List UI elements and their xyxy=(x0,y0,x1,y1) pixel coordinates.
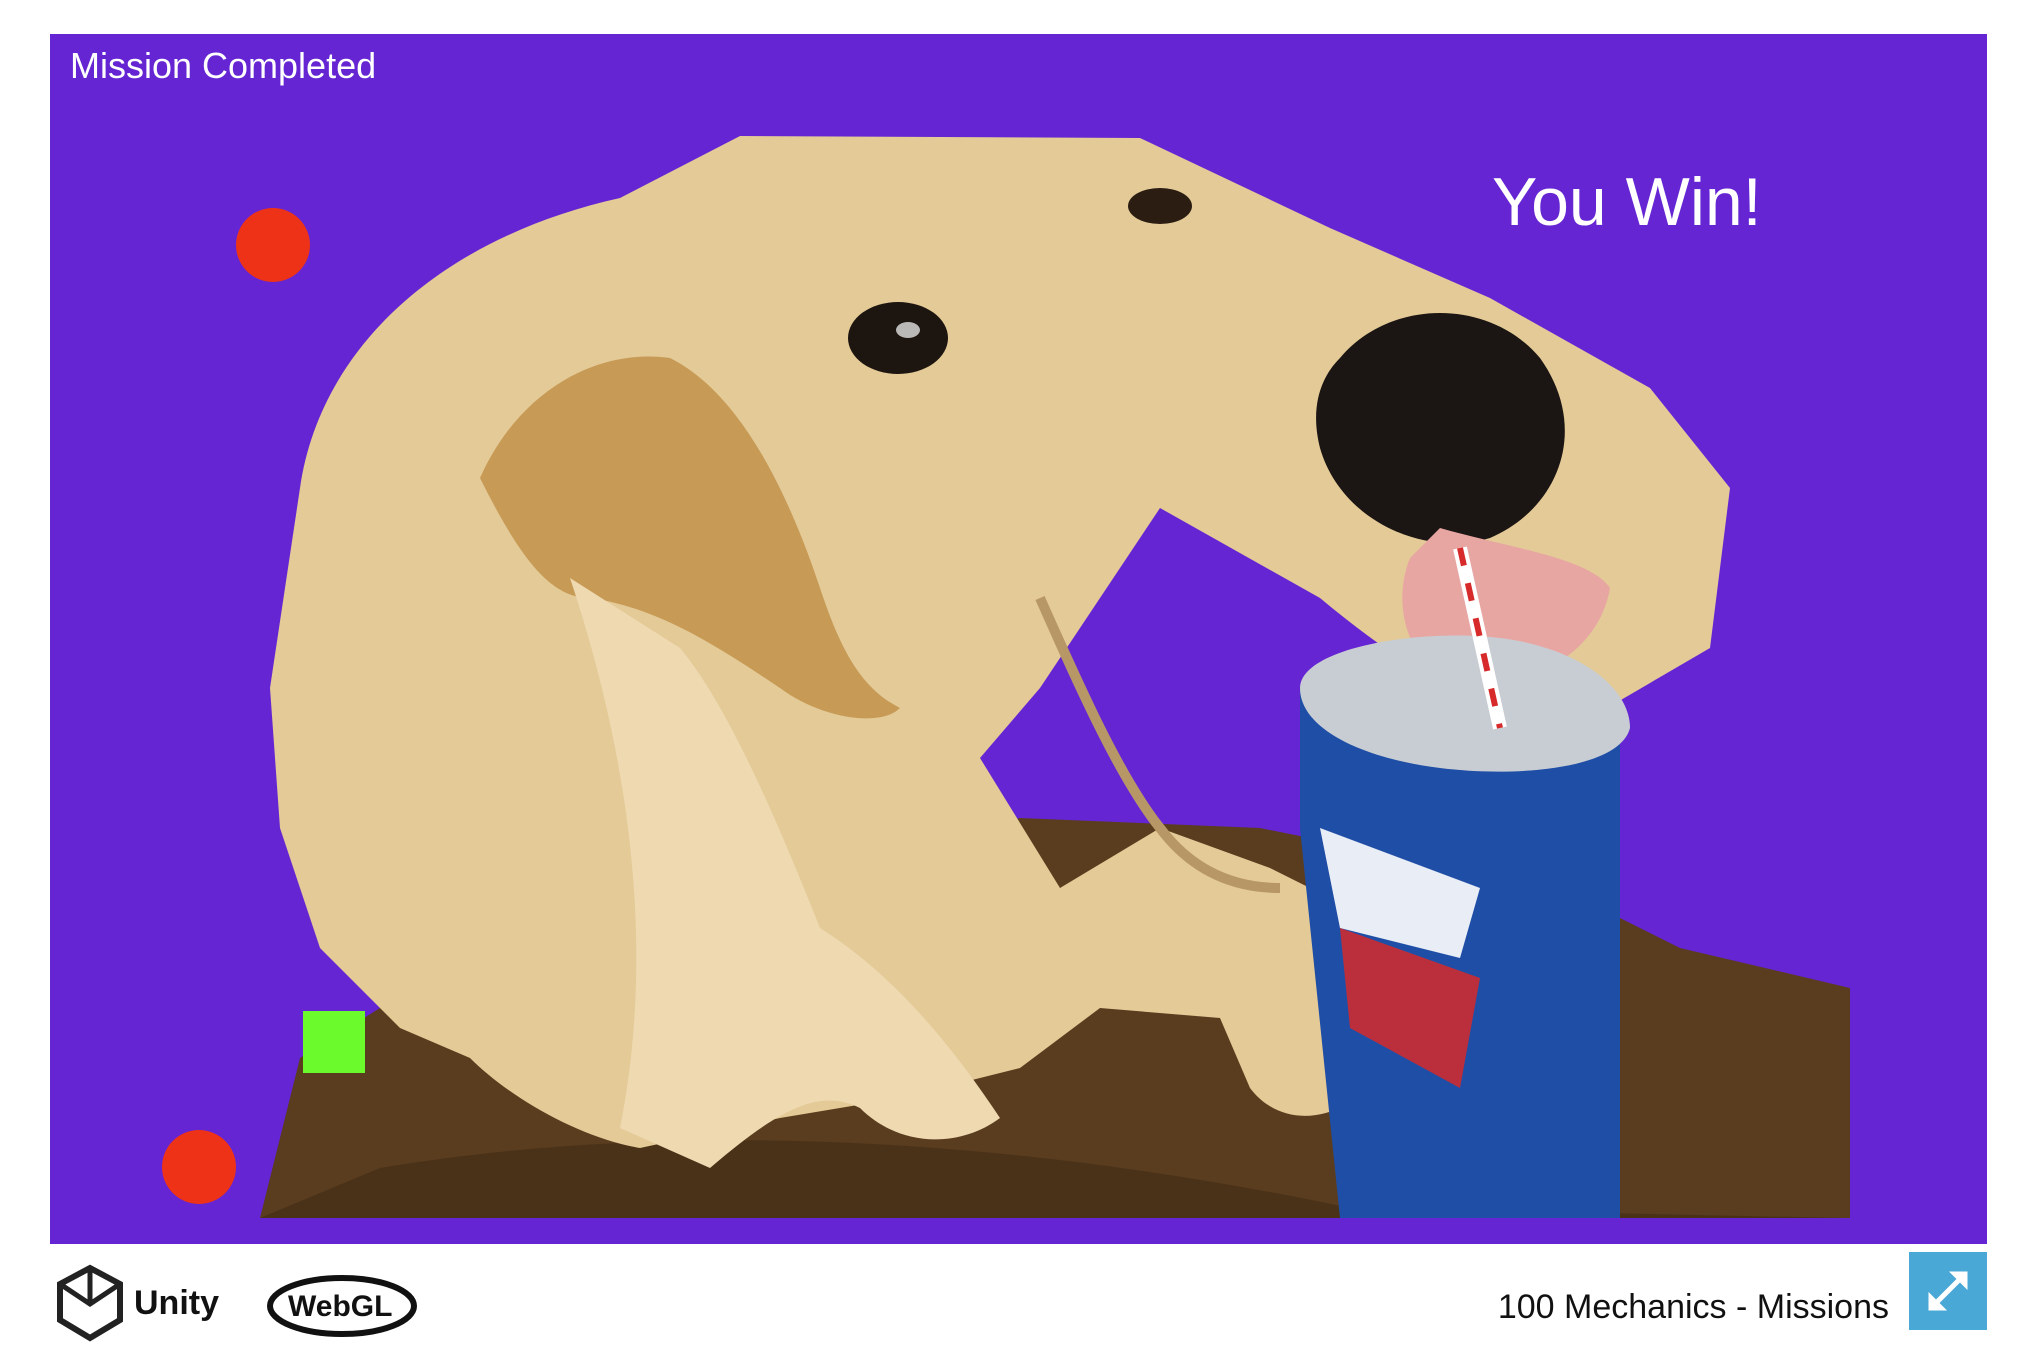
player-footer: Unity WebGL 100 Mechanics - Missions xyxy=(50,1244,1987,1370)
game-title: 100 Mechanics - Missions xyxy=(1497,1288,1889,1326)
unity-webgl-logo: Unity WebGL xyxy=(57,1264,417,1342)
win-message: You Win! xyxy=(1492,164,1762,240)
game-canvas[interactable]: Mission Completed You Win! xyxy=(50,34,1987,1244)
mission-status-text: Mission Completed xyxy=(70,45,377,86)
webgl-logo-text: WebGL xyxy=(288,1290,392,1323)
enemy-dot xyxy=(236,208,310,282)
dog-drinking-soda-picture xyxy=(260,136,1850,1218)
fullscreen-button[interactable] xyxy=(1909,1252,1987,1330)
page: Mission Completed You Win! Unity WebGL 1… xyxy=(0,0,2023,1370)
player-square xyxy=(303,1011,365,1073)
unity-logo-text: Unity xyxy=(134,1284,219,1322)
enemy-dot xyxy=(162,1130,236,1204)
